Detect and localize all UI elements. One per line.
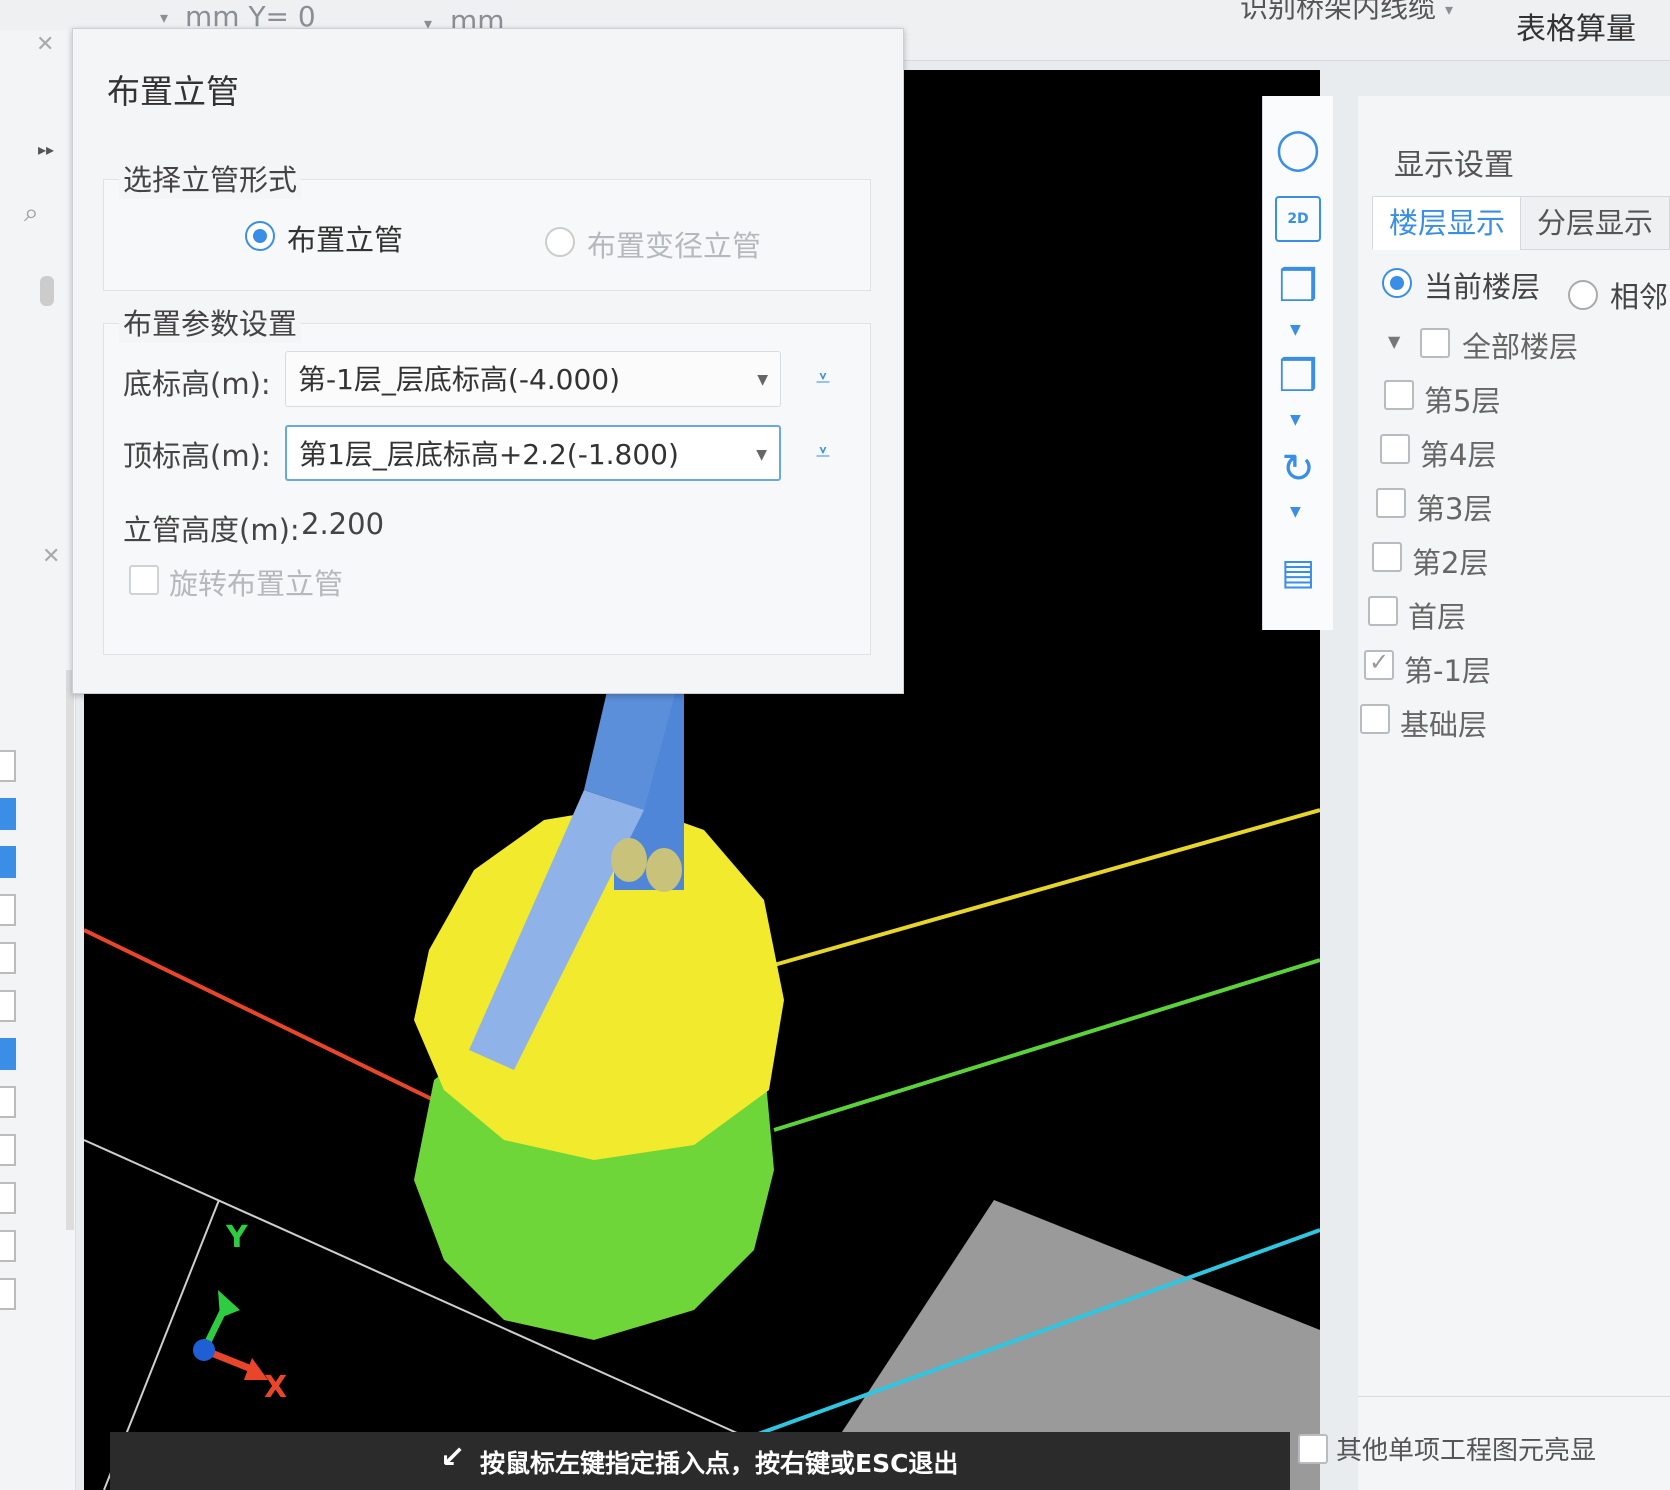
radio-place-riser-label: 布置立管 xyxy=(287,223,404,257)
panel-title: 显示设置 xyxy=(1394,148,1514,183)
top-elevation-combo[interactable]: 第1层_层底标高+2.2(-1.800) ▼ xyxy=(285,425,781,481)
param-group-title: 布置参数设置 xyxy=(119,301,302,343)
top-elevation-label: 顶标高(m): xyxy=(123,439,271,473)
layer-checkbox[interactable] xyxy=(0,1038,16,1070)
bottom-elevation-label: 底标高(m): xyxy=(123,367,271,401)
layer-checkbox[interactable] xyxy=(0,750,16,782)
chevron-down-icon[interactable]: ▾ xyxy=(1445,0,1453,19)
radio-current-floor-label: 当前楼层 xyxy=(1424,270,1541,304)
chevron-down-icon[interactable]: ▾ xyxy=(160,8,168,27)
x-axis-label: X xyxy=(264,1370,288,1405)
floor-label: 第3层 xyxy=(1416,492,1493,526)
floor-checkbox[interactable] xyxy=(1384,380,1414,410)
view-toolbar: ◯ 2D ❒ ▼ ❒ ▼ ↻ ▼ ▤ xyxy=(1262,96,1333,630)
all-floors-label: 全部楼层 xyxy=(1462,330,1579,364)
bottom-elevation-value: 第-1层_层底标高(-4.000) xyxy=(298,363,621,396)
left-side-panel: ✕ ▸▸ ⌕ ✕ xyxy=(0,30,76,1490)
floor-checkbox[interactable] xyxy=(1372,542,1402,572)
all-floors-checkbox[interactable] xyxy=(1420,328,1450,358)
layer-checkbox[interactable] xyxy=(0,798,16,830)
rotate-riser-label: 旋转布置立管 xyxy=(169,567,344,601)
floor-checkbox[interactable] xyxy=(1360,704,1390,734)
floor-label: 第2层 xyxy=(1412,546,1489,580)
dialog-title: 布置立管 xyxy=(107,72,239,111)
chevron-down-icon[interactable]: ▼ xyxy=(1290,412,1301,428)
layer-checkbox[interactable] xyxy=(0,846,16,878)
highlight-other-checkbox[interactable] xyxy=(1298,1434,1328,1464)
floor-checkbox[interactable] xyxy=(1364,648,1394,680)
rotate-riser-checkbox[interactable] xyxy=(129,565,159,595)
riser-height-label: 立管高度(m): xyxy=(123,513,300,547)
floor-label: 首层 xyxy=(1408,600,1467,634)
display-settings-icon[interactable]: ▤ xyxy=(1275,550,1321,596)
radio-reducer-riser-label: 布置变径立管 xyxy=(587,229,762,263)
tree-expand-icon[interactable]: ▼ xyxy=(1388,332,1400,351)
expand-icon[interactable]: ▸▸ xyxy=(38,140,54,159)
layer-checkbox[interactable] xyxy=(0,990,16,1022)
layer-checkbox[interactable] xyxy=(0,1134,16,1166)
floor-label: 基础层 xyxy=(1400,708,1488,742)
radio-adjacent-floor[interactable] xyxy=(1568,280,1598,310)
search-icon[interactable]: ⌕ xyxy=(24,198,39,229)
radio-reducer-riser[interactable] xyxy=(545,227,575,257)
y-axis-head xyxy=(218,1290,240,1318)
2d-label: 2D xyxy=(1287,211,1309,227)
top-elevation-value: 第1层_层底标高+2.2(-1.800) xyxy=(299,438,679,471)
rotate-icon[interactable]: ↻ xyxy=(1275,446,1321,492)
riser-height-value: 2.200 xyxy=(301,507,385,541)
2d-view-icon[interactable]: 2D xyxy=(1275,196,1321,242)
divider xyxy=(1358,1396,1670,1397)
radio-place-riser[interactable] xyxy=(245,221,275,251)
scrollbar[interactable] xyxy=(40,276,54,306)
floor-label: 第5层 xyxy=(1424,384,1501,418)
status-hint: 按鼠标左键指定插入点，按右键或ESC退出 xyxy=(480,1449,959,1478)
red-pipe-line xyxy=(84,928,445,1107)
floor-checkbox[interactable] xyxy=(1380,434,1410,464)
close-icon[interactable]: ✕ xyxy=(42,544,60,569)
yellow-pipe-line xyxy=(773,808,1320,967)
radio-adjacent-label: 相邻 xyxy=(1610,280,1669,314)
chevron-down-icon[interactable]: ▼ xyxy=(756,427,767,483)
layer-checkbox[interactable] xyxy=(0,942,16,974)
floor-checkbox[interactable] xyxy=(1376,488,1406,518)
pick-elevation-icon[interactable]: ⩡ xyxy=(803,359,843,399)
layer-checkbox[interactable] xyxy=(0,1278,16,1310)
floor-label: 第4层 xyxy=(1420,438,1497,472)
orbit-icon[interactable]: ◯ xyxy=(1275,126,1321,172)
form-group-title: 选择立管形式 xyxy=(119,157,302,199)
layer-checkbox[interactable] xyxy=(0,1182,16,1214)
green-pipe-line xyxy=(773,958,1320,1132)
scrollbar[interactable] xyxy=(66,670,74,1230)
layer-checkbox[interactable] xyxy=(0,1230,16,1262)
table-calc-button[interactable]: 表格算量 xyxy=(1516,4,1636,48)
tab-floor-display[interactable]: 楼层显示 xyxy=(1372,196,1523,250)
highlight-other-label: 其他单项工程图元亮显 xyxy=(1336,1436,1597,1466)
pick-elevation-icon[interactable]: ⩡ xyxy=(803,433,843,473)
place-riser-dialog: 布置立管 选择立管形式 布置立管 布置变径立管 布置参数设置 底标高(m): 第… xyxy=(72,28,904,694)
layer-checkbox[interactable] xyxy=(0,894,16,926)
chevron-down-icon[interactable]: ▼ xyxy=(1290,322,1301,338)
floor-checkbox[interactable] xyxy=(1368,596,1398,626)
z-axis-origin xyxy=(193,1339,215,1361)
fitting-blob xyxy=(611,838,647,882)
close-icon[interactable]: ✕ xyxy=(36,32,54,57)
system-dropdown[interactable]: 识别桥架内线缆 xyxy=(1240,0,1436,26)
cursor-icon: ↙ xyxy=(440,1440,466,1475)
floor-label: 第-1层 xyxy=(1404,654,1491,688)
status-bar: ↙ 按鼠标左键指定插入点，按右键或ESC退出 xyxy=(110,1432,1290,1490)
y-axis-label: Y xyxy=(226,1220,248,1255)
layer-checkbox[interactable] xyxy=(0,1086,16,1118)
cube-view-icon[interactable]: ❒ xyxy=(1275,264,1321,310)
fitting-blob xyxy=(646,848,682,892)
cube-solid-icon[interactable]: ❒ xyxy=(1275,354,1321,400)
chevron-down-icon[interactable]: ▼ xyxy=(1290,504,1301,520)
tab-layer-display[interactable]: 分层显示 xyxy=(1520,196,1670,250)
radio-current-floor[interactable] xyxy=(1382,268,1412,298)
display-settings-panel: 显示设置 楼层显示 分层显示 当前楼层 相邻 ▼ 全部楼层 第5层第4层第3层第… xyxy=(1298,96,1670,1490)
bottom-elevation-combo[interactable]: 第-1层_层底标高(-4.000) ▼ xyxy=(285,351,781,407)
chevron-down-icon[interactable]: ▼ xyxy=(757,352,768,408)
